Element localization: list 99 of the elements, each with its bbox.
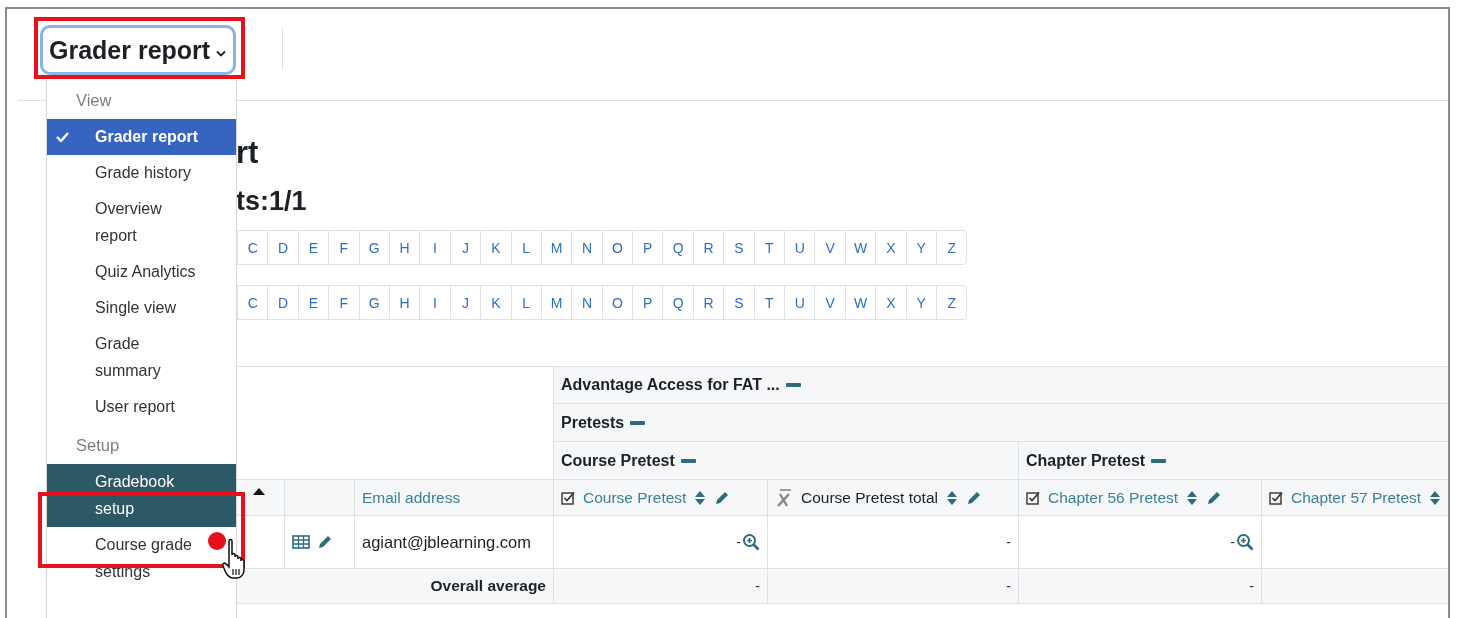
check-icon (56, 132, 69, 142)
initial-link[interactable]: K (480, 286, 511, 319)
category-label: Advantage Access for FAT ... (561, 376, 780, 394)
initial-link[interactable]: V (814, 286, 845, 319)
initial-link[interactable]: F (328, 286, 359, 319)
chevron-down-icon (216, 49, 227, 57)
initial-link[interactable]: X (875, 231, 906, 264)
report-selector[interactable]: Grader report (40, 25, 236, 75)
menu-item[interactable]: Overview report (47, 191, 236, 254)
initial-link[interactable]: M (540, 231, 572, 264)
grade-value: - (1006, 534, 1011, 550)
initial-link[interactable]: E (297, 231, 329, 264)
edit-icon[interactable] (714, 489, 731, 506)
average-value: - (1006, 578, 1011, 594)
initial-link[interactable]: T (753, 286, 785, 319)
initial-link[interactable]: R (692, 286, 724, 319)
initial-link[interactable]: Y (905, 231, 936, 264)
sort-icon[interactable] (1186, 489, 1199, 506)
initial-link[interactable]: Z (936, 231, 967, 264)
initial-link[interactable]: D (267, 286, 298, 319)
menu-item[interactable]: Grade summary (47, 326, 236, 389)
average-value: - (1249, 578, 1254, 594)
menu-item[interactable]: Quiz Analytics (47, 254, 236, 290)
sort-icon[interactable] (1429, 489, 1442, 506)
mean-symbol-icon (775, 487, 793, 508)
initial-link[interactable]: N (571, 286, 602, 319)
initial-link[interactable]: Q (662, 286, 693, 319)
column-header-link[interactable]: Course Pretest (583, 488, 687, 507)
menu-item[interactable]: User report (47, 389, 236, 425)
zoom-in-icon[interactable] (742, 533, 760, 551)
initial-link[interactable]: U (784, 286, 815, 319)
menu-heading: Setup (75, 435, 121, 456)
initial-link[interactable]: I (419, 286, 450, 319)
initial-link[interactable]: S (723, 231, 754, 264)
initial-link[interactable]: N (571, 231, 602, 264)
column-header-link[interactable]: Email address (362, 488, 461, 507)
edit-icon[interactable] (317, 534, 333, 550)
initial-link[interactable]: D (267, 231, 298, 264)
initial-link[interactable]: O (601, 231, 633, 264)
initial-link[interactable]: Y (905, 286, 936, 319)
collapse-icon[interactable] (785, 383, 801, 387)
initial-link[interactable]: U (784, 231, 815, 264)
initial-link[interactable]: O (601, 286, 633, 319)
page-subtitle: ts:1/1 (236, 185, 308, 218)
initial-link[interactable]: V (814, 231, 845, 264)
initial-link[interactable]: Q (662, 231, 693, 264)
initial-link[interactable]: J (449, 286, 481, 319)
initial-link[interactable]: W (844, 231, 876, 264)
row-label: Overall average (430, 577, 546, 595)
initial-link[interactable]: J (449, 231, 481, 264)
menu-item[interactable]: Grade history (47, 155, 236, 191)
zoom-in-icon[interactable] (1236, 533, 1254, 551)
initial-link[interactable]: Z (936, 286, 967, 319)
column-header-link[interactable]: Chapter 56 Pretest (1048, 488, 1179, 507)
grade-value: - (736, 534, 741, 550)
initial-link[interactable]: H (388, 286, 420, 319)
email-text: agiant@jblearning.com (362, 532, 531, 552)
menu-item[interactable]: Single view (47, 290, 236, 326)
sort-icon[interactable] (946, 489, 958, 506)
category-label: Pretests (561, 413, 625, 432)
initial-link[interactable]: K (480, 231, 511, 264)
initial-link[interactable]: T (753, 231, 785, 264)
checkbox-icon (1026, 490, 1040, 505)
column-header-link[interactable]: Chapter 57 Pretest (1291, 488, 1422, 507)
initial-link[interactable]: I (419, 231, 450, 264)
menu-item[interactable]: Grader report (47, 119, 236, 155)
sort-up-icon[interactable] (253, 488, 265, 495)
average-value: - (755, 578, 760, 594)
table-icon[interactable] (292, 535, 310, 549)
initial-link[interactable]: P (632, 231, 663, 264)
initial-link[interactable]: L (510, 231, 541, 264)
initial-link[interactable]: L (510, 286, 541, 319)
grade-value: - (1230, 534, 1235, 550)
checkbox-icon (561, 490, 575, 505)
initial-link[interactable]: E (297, 286, 329, 319)
checkbox-icon (1269, 490, 1283, 505)
initial-link[interactable]: X (875, 286, 906, 319)
initial-link[interactable]: P (632, 286, 663, 319)
page-title: rt (236, 134, 260, 172)
collapse-icon[interactable] (1151, 458, 1167, 463)
initial-link[interactable]: W (844, 286, 876, 319)
sort-icon[interactable] (694, 489, 707, 506)
menu-item[interactable]: Gradebook setup (47, 464, 236, 527)
initial-link[interactable]: S (723, 286, 754, 319)
initial-link[interactable]: M (540, 286, 572, 319)
marker-dot (208, 532, 226, 550)
category-label: Chapter Pretest (1026, 451, 1146, 470)
initial-link[interactable]: H (388, 231, 420, 264)
collapse-icon[interactable] (680, 458, 696, 463)
column-header: Course Pretest total (801, 488, 938, 507)
menu-heading: View (75, 90, 113, 111)
initial-link[interactable]: F (328, 231, 359, 264)
collapse-icon[interactable] (630, 420, 646, 425)
category-label: Course Pretest (561, 451, 675, 470)
edit-icon[interactable] (1206, 489, 1223, 506)
initial-link[interactable]: G (358, 231, 389, 264)
edit-icon[interactable] (966, 489, 982, 506)
initial-link[interactable]: G (358, 286, 389, 319)
initial-link[interactable]: R (692, 231, 724, 264)
